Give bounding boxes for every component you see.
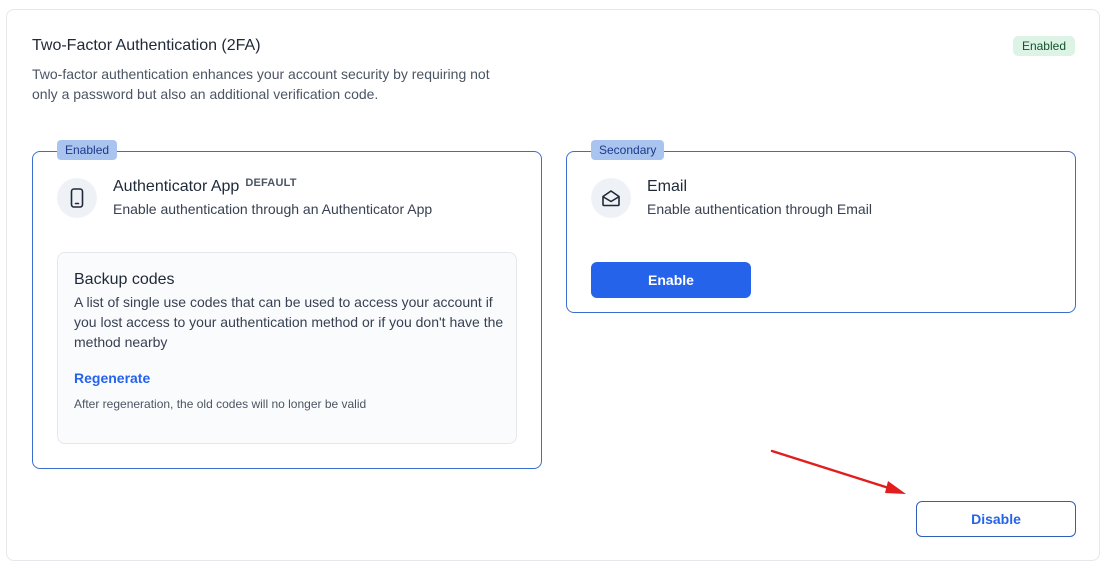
enable-email-button[interactable]: Enable <box>591 262 751 298</box>
status-badge: Enabled <box>1012 36 1075 56</box>
email-method-card[interactable]: Secondary Email Enable authentication th… <box>566 140 1076 313</box>
authenticator-app-description: Enable authentication through an Authent… <box>113 201 433 217</box>
authenticator-app-card[interactable]: Enabled Authenticator App DEFAULT Enable … <box>32 140 542 469</box>
page-title: Two-Factor Authentication (2FA) <box>32 37 261 54</box>
disable-2fa-button[interactable]: Disable <box>916 501 1076 537</box>
email-method-name: Email <box>647 178 688 195</box>
backup-codes-description: A list of single use codes that can be u… <box>74 294 504 350</box>
regenerate-link[interactable]: Regenerate <box>74 370 150 386</box>
page-description: Two-factor authentication enhances your … <box>32 66 490 102</box>
enabled-tag: Enabled <box>57 140 118 160</box>
two-factor-panel: Two-Factor Authentication (2FA) Two-fact… <box>6 9 1100 561</box>
secondary-tag: Secondary <box>591 140 665 160</box>
default-label: DEFAULT <box>245 177 297 189</box>
authenticator-app-name: Authenticator App <box>113 178 240 195</box>
smartphone-icon <box>57 178 97 218</box>
email-method-description: Enable authentication through Email <box>647 201 872 217</box>
backup-codes-section: Backup codes A list of single use codes … <box>57 252 517 444</box>
backup-codes-title: Backup codes <box>74 271 175 288</box>
envelope-icon <box>591 178 631 218</box>
regeneration-note: After regeneration, the old codes will n… <box>74 397 367 411</box>
authenticator-app-title: Authenticator App DEFAULT <box>113 177 297 196</box>
